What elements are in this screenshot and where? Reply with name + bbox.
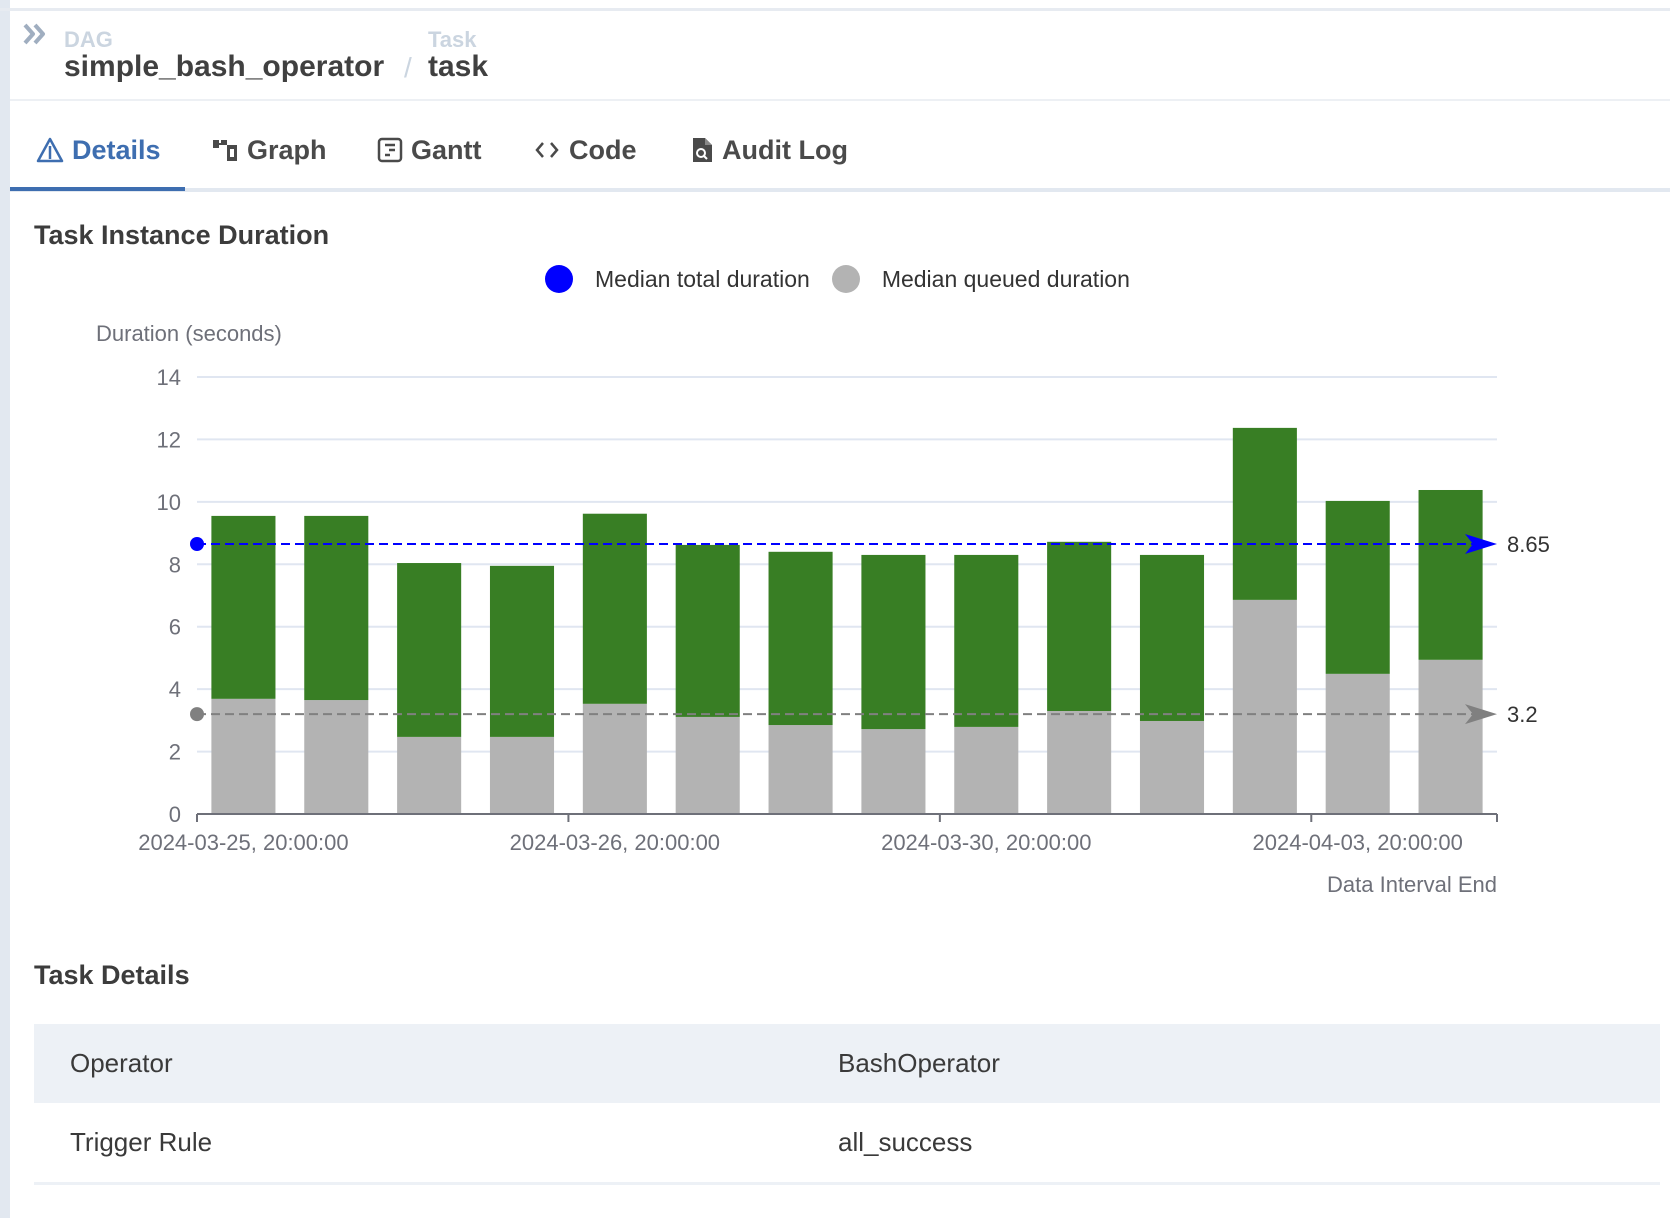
queued-bar [861, 729, 926, 814]
legend-item-median-queued[interactable]: Median queued duration [831, 265, 1130, 293]
queued-bar [582, 703, 647, 814]
run-bar [768, 551, 833, 726]
y-tick-label: 6 [169, 615, 181, 640]
tab-audit-log-label: Audit Log [722, 134, 848, 165]
chart-title: Task Instance Duration [34, 220, 330, 250]
queued-bar [1232, 599, 1297, 814]
legend-item-median-total[interactable]: Median total duration [545, 265, 810, 293]
run-bar [861, 554, 926, 730]
graph-icon [213, 140, 237, 161]
tab-code-label: Code [569, 134, 637, 165]
tab-audit-log[interactable]: Audit Log [690, 128, 848, 172]
queued-bar [675, 716, 740, 814]
breadcrumb-task-link[interactable]: task [428, 50, 488, 84]
table-row: Operator BashOperator [34, 1024, 1660, 1103]
detail-key: Trigger Rule [70, 1127, 213, 1157]
y-tick-label: 14 [157, 365, 181, 390]
detail-value: all_success [838, 1127, 973, 1157]
run-bar [954, 554, 1019, 727]
run-bar [489, 565, 555, 737]
queued-bar [397, 736, 462, 814]
y-axis-title: Duration (seconds) [96, 321, 282, 346]
legend-label: Median total duration [595, 265, 810, 292]
breadcrumb-separator: / [404, 52, 412, 83]
y-tick-label: 2 [169, 740, 181, 765]
y-tick-label: 0 [169, 802, 181, 827]
median-arrow-icon [1465, 704, 1497, 725]
active-tab-indicator [10, 187, 185, 191]
x-tick-label: 2024-03-30, 20:00:00 [881, 830, 1091, 855]
run-bar [304, 515, 369, 701]
table-row: Trigger Rule all_success [34, 1103, 1660, 1184]
queued-bar [1047, 710, 1112, 814]
task-details-table: Operator BashOperator Trigger Rule all_s… [34, 1024, 1660, 1185]
queued-bar [1325, 673, 1390, 814]
double-chevron-right-icon[interactable] [22, 22, 48, 46]
top-divider [0, 8, 1670, 11]
x-axis-title: Data Interval End [1327, 872, 1497, 897]
queued-bar [954, 726, 1019, 814]
code-icon [535, 142, 559, 158]
y-tick-label: 8 [169, 552, 181, 577]
y-tick-label: 10 [157, 490, 181, 515]
breadcrumb-dag-link[interactable]: simple_bash_operator [64, 50, 384, 84]
median-arrow-icon [1465, 533, 1497, 554]
warning-triangle-icon [36, 137, 64, 163]
queued-bar [211, 698, 276, 814]
y-tick-label: 12 [157, 427, 181, 452]
tab-gantt-label: Gantt [411, 134, 482, 165]
median-start-dot [190, 707, 204, 722]
run-bar [1325, 500, 1390, 674]
queued-bar [1418, 659, 1483, 814]
tab-graph[interactable]: Graph [211, 128, 327, 172]
x-tick-label: 2024-03-25, 20:00:00 [138, 830, 348, 855]
y-tick-label: 4 [169, 677, 181, 702]
legend-dot-gray [831, 265, 860, 293]
run-bar [1139, 554, 1205, 721]
run-bar [675, 544, 740, 717]
detail-key: Operator [70, 1048, 173, 1078]
chart-legend: Median total duration Median queued dura… [545, 265, 1152, 293]
run-bar [1047, 541, 1112, 711]
gantt-icon [377, 137, 403, 163]
legend-label: Median queued duration [881, 265, 1130, 292]
run-bar [211, 515, 276, 699]
x-tick-label: 2024-03-26, 20:00:00 [510, 830, 720, 855]
median-label: 3.2 [1507, 702, 1538, 727]
median-start-dot [190, 536, 204, 551]
x-tick-label: 2024-04-03, 20:00:00 [1253, 830, 1463, 855]
header-divider [10, 99, 1670, 101]
tab-graph-label: Graph [247, 134, 327, 165]
sidebar-rail [0, 0, 10, 1218]
run-bar [1418, 489, 1483, 660]
tab-gantt[interactable]: Gantt [377, 128, 482, 172]
tabs-divider [10, 188, 1670, 192]
queued-bar [1139, 720, 1205, 814]
queued-bar [304, 700, 369, 814]
task-details-title: Task Details [34, 960, 190, 990]
queued-bar [489, 736, 555, 814]
audit-log-icon [693, 138, 712, 162]
legend-dot-blue [545, 265, 573, 293]
median-label: 8.65 [1507, 532, 1550, 557]
tab-details[interactable]: Details [36, 128, 161, 172]
run-bar [1232, 427, 1297, 600]
run-bar [582, 513, 647, 704]
detail-value: BashOperator [838, 1048, 1000, 1078]
run-bar [397, 563, 462, 737]
tab-details-label: Details [72, 134, 161, 165]
tab-code[interactable]: Code [533, 128, 637, 172]
queued-bar [768, 725, 833, 814]
